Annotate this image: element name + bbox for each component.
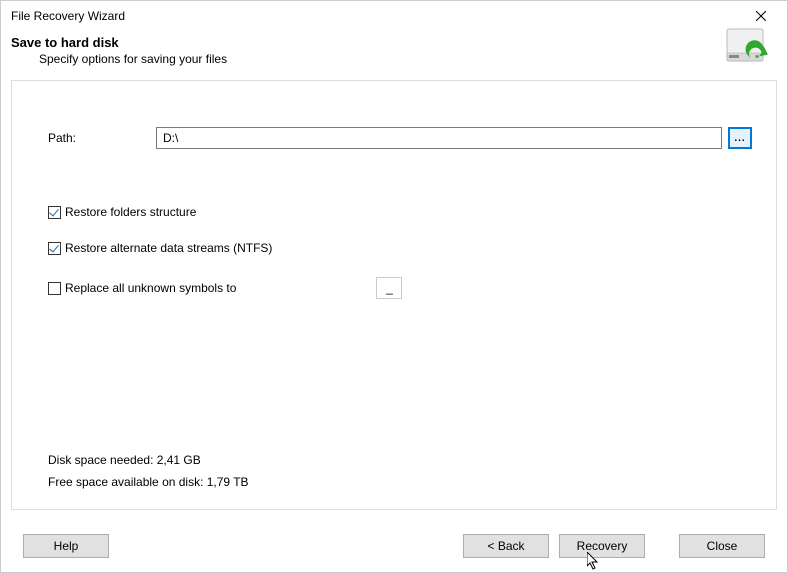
- path-input[interactable]: [156, 127, 722, 149]
- window-title: File Recovery Wizard: [9, 9, 743, 23]
- label-replace-symbols: Replace all unknown symbols to: [65, 281, 236, 295]
- disk-space-needed: Disk space needed: 2,41 GB: [48, 453, 752, 467]
- disk-info: Disk space needed: 2,41 GB Free space av…: [48, 453, 752, 497]
- close-button[interactable]: Close: [679, 534, 765, 558]
- wizard-window: File Recovery Wizard Save to hard disk S…: [0, 0, 788, 573]
- option-restore-folders[interactable]: Restore folders structure: [48, 205, 752, 219]
- checkbox-restore-folders[interactable]: [48, 206, 61, 219]
- help-button[interactable]: Help: [23, 534, 109, 558]
- back-button[interactable]: < Back: [463, 534, 549, 558]
- label-restore-ads: Restore alternate data streams (NTFS): [65, 241, 272, 255]
- hard-disk-icon: [723, 23, 771, 71]
- replace-symbol-input[interactable]: [376, 277, 402, 299]
- close-icon: [756, 11, 766, 21]
- titlebar: File Recovery Wizard: [1, 1, 787, 31]
- button-bar: Help < Back Recovery Close: [1, 520, 787, 572]
- header-subtitle: Specify options for saving your files: [39, 52, 773, 66]
- option-replace-symbols[interactable]: Replace all unknown symbols to: [48, 277, 752, 299]
- checkbox-replace-symbols[interactable]: [48, 282, 61, 295]
- path-label: Path:: [48, 131, 156, 145]
- browse-button[interactable]: ...: [728, 127, 752, 149]
- option-restore-ads[interactable]: Restore alternate data streams (NTFS): [48, 241, 752, 255]
- content-panel: Path: ... Restore folders structure Rest…: [11, 80, 777, 510]
- path-row: Path: ...: [48, 127, 752, 149]
- label-restore-folders: Restore folders structure: [65, 205, 196, 219]
- checkbox-restore-ads[interactable]: [48, 242, 61, 255]
- header-title: Save to hard disk: [11, 35, 773, 50]
- wizard-header: Save to hard disk Specify options for sa…: [1, 31, 787, 76]
- free-space-available: Free space available on disk: 1,79 TB: [48, 475, 752, 489]
- recovery-button[interactable]: Recovery: [559, 534, 645, 558]
